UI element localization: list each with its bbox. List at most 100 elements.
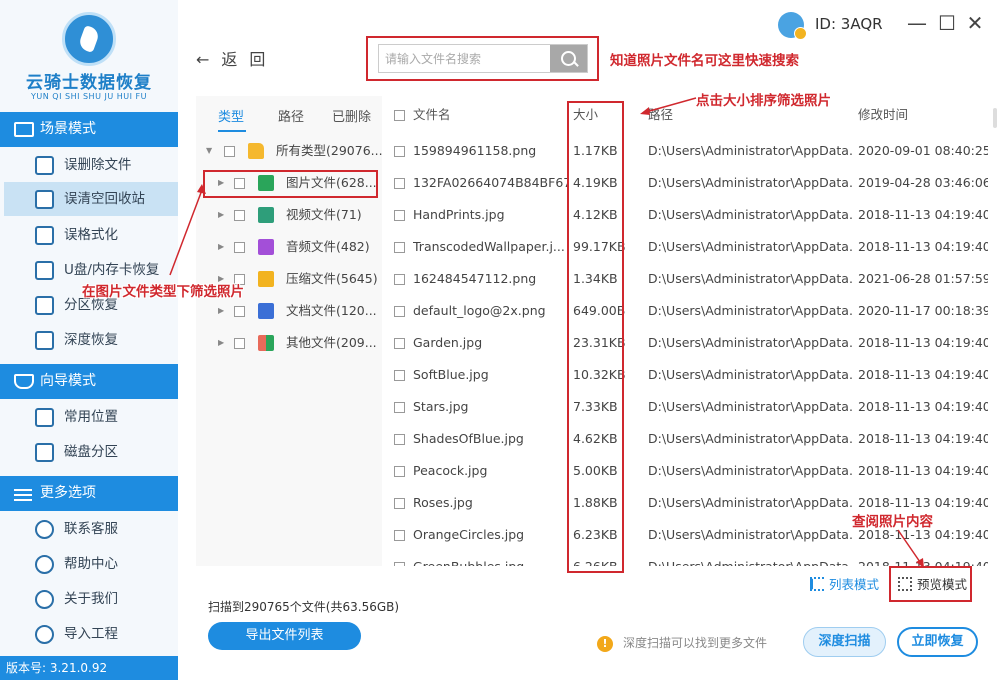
- table-row[interactable]: 132FA02664074B84BF67... 4.19KB D:\Users\Ad…: [382, 167, 996, 199]
- recover-now-button[interactable]: 立即恢复: [897, 627, 978, 657]
- search-icon[interactable]: [550, 45, 587, 72]
- row-checkbox[interactable]: [394, 242, 405, 253]
- row-checkbox[interactable]: [394, 466, 405, 477]
- table-row[interactable]: Garden.jpg 23.31KB D:\Users\Administrator\…: [382, 327, 996, 359]
- table-row[interactable]: Stars.jpg 7.33KB D:\Users\Administrator\Ap…: [382, 391, 996, 423]
- expand-arrow-icon[interactable]: ▶: [218, 199, 224, 231]
- back-button[interactable]: ←返回: [196, 46, 277, 70]
- tree-item-label: 压缩文件(5645): [286, 271, 378, 286]
- table-row[interactable]: 159894961158.png 1.17KB D:\Users\Administr…: [382, 135, 996, 167]
- table-scrollbar[interactable]: [993, 108, 997, 128]
- sidebar-item-format[interactable]: 误格式化: [0, 218, 178, 252]
- expand-arrow-icon[interactable]: ▶: [218, 167, 224, 199]
- sidebar-item-help[interactable]: 帮助中心: [0, 547, 178, 581]
- sidebar-item-deleted-files[interactable]: 误删除文件: [0, 148, 178, 182]
- expand-arrow-icon[interactable]: ▶: [218, 231, 224, 263]
- sidebar-item-label: 常用位置: [64, 409, 118, 425]
- file-size: 1.17KB: [573, 143, 618, 158]
- section-label: 更多选项: [40, 485, 96, 501]
- header-size[interactable]: 大小: [573, 96, 598, 134]
- tree-item-label: 音频文件(482): [286, 239, 370, 254]
- sidebar-item-common-locations[interactable]: 常用位置: [0, 400, 178, 434]
- file-path: D:\Users\Administrator\AppData...: [648, 399, 853, 414]
- row-checkbox[interactable]: [394, 530, 405, 541]
- row-checkbox[interactable]: [394, 178, 405, 189]
- tab-path[interactable]: 路径: [278, 106, 304, 125]
- table-row[interactable]: Peacock.jpg 5.00KB D:\Users\Administrator\…: [382, 455, 996, 487]
- row-checkbox[interactable]: [394, 498, 405, 509]
- file-size: 649.00B: [573, 303, 626, 318]
- row-checkbox[interactable]: [394, 402, 405, 413]
- row-checkbox[interactable]: [394, 306, 405, 317]
- search-input[interactable]: [379, 45, 551, 72]
- tree-item-videos[interactable]: ▶ 视频文件(71): [196, 199, 382, 231]
- file-size: 5.00KB: [573, 463, 618, 478]
- tree-item-other[interactable]: ▶ 其他文件(209...: [196, 327, 382, 359]
- sidebar: 云骑士数据恢复 YUN QI SHI SHU JU HUI FU 场景模式 误删…: [0, 0, 178, 680]
- sidebar-item-disk-partition[interactable]: 磁盘分区: [0, 435, 178, 469]
- version-label: 版本号: 3.21.0.92: [0, 656, 178, 680]
- file-search-icon: [35, 156, 54, 175]
- checkbox[interactable]: [234, 306, 245, 317]
- file-modified: 2018-11-13 04:19:40: [858, 399, 988, 414]
- sidebar-item-about[interactable]: 关于我们: [0, 582, 178, 616]
- file-size: 1.34KB: [573, 271, 618, 286]
- file-size: 6.23KB: [573, 527, 618, 542]
- checkbox[interactable]: [234, 338, 245, 349]
- file-modified: 2018-11-13 04:19:40: [858, 335, 988, 350]
- table-row[interactable]: TranscodedWallpaper.j... 99.17KB D:\Users\…: [382, 231, 996, 263]
- row-checkbox[interactable]: [394, 210, 405, 221]
- annotation-type: 在图片文件类型下筛选照片: [82, 284, 244, 300]
- table-row[interactable]: ShadesOfBlue.jpg 4.62KB D:\Users\Administr…: [382, 423, 996, 455]
- disk-icon: [35, 443, 54, 462]
- checkbox[interactable]: [234, 210, 245, 221]
- preview-view-button[interactable]: 预览模式: [898, 576, 967, 594]
- table-row[interactable]: HandPrints.jpg 4.12KB D:\Users\Administrat…: [382, 199, 996, 231]
- sidebar-item-import[interactable]: 导入工程: [0, 617, 178, 651]
- list-view-label: 列表模式: [829, 577, 880, 592]
- close-icon[interactable]: ✕: [964, 12, 986, 34]
- header-filename[interactable]: 文件名: [413, 96, 451, 134]
- sidebar-item-contact[interactable]: 联系客服: [0, 512, 178, 546]
- tab-type[interactable]: 类型: [218, 106, 247, 132]
- deep-scan-button[interactable]: 深度扫描: [803, 627, 886, 657]
- table-row[interactable]: default_logo@2x.png 649.00B D:\Users\Admin…: [382, 295, 996, 327]
- tree-item-all-types[interactable]: ▼ 所有类型(29076...: [196, 135, 382, 167]
- row-checkbox[interactable]: [394, 146, 405, 157]
- user-avatar-icon[interactable]: [778, 12, 807, 40]
- table-row[interactable]: SoftBlue.jpg 10.32KB D:\Users\Administrato…: [382, 359, 996, 391]
- app-subtitle: YUN QI SHI SHU JU HUI FU: [31, 92, 147, 101]
- file-size: 4.62KB: [573, 431, 618, 446]
- section-guide-mode[interactable]: 向导模式: [0, 364, 178, 399]
- row-checkbox[interactable]: [394, 370, 405, 381]
- checkbox[interactable]: [234, 242, 245, 253]
- row-checkbox[interactable]: [394, 434, 405, 445]
- search-box: [378, 44, 588, 73]
- sidebar-item-deep-recovery[interactable]: 深度恢复: [0, 323, 178, 357]
- maximize-icon[interactable]: ☐: [936, 12, 958, 34]
- list-view-button[interactable]: 列表模式: [810, 576, 879, 594]
- expand-arrow-icon[interactable]: ▶: [218, 327, 224, 359]
- expand-arrow-icon[interactable]: ▼: [206, 135, 212, 167]
- sidebar-item-label: 误删除文件: [64, 157, 132, 173]
- tip-text: 深度扫描可以找到更多文件: [623, 636, 768, 650]
- row-checkbox[interactable]: [394, 274, 405, 285]
- select-all-checkbox[interactable]: [394, 110, 405, 121]
- minimize-icon[interactable]: —: [906, 12, 928, 34]
- header-modified[interactable]: 修改时间: [858, 96, 908, 134]
- section-scene-mode[interactable]: 场景模式: [0, 112, 178, 147]
- table-row[interactable]: 162484547112.png 1.34KB D:\Users\Administr…: [382, 263, 996, 295]
- checkbox[interactable]: [224, 146, 235, 157]
- partition-icon: [35, 296, 54, 315]
- section-more-options[interactable]: 更多选项: [0, 476, 178, 511]
- export-list-button[interactable]: 导出文件列表: [208, 622, 361, 650]
- tree-item-label: 文档文件(120...: [286, 303, 377, 318]
- tab-deleted[interactable]: 已删除: [332, 106, 371, 125]
- tree-item-images[interactable]: ▶ 图片文件(628...: [196, 167, 382, 199]
- sidebar-item-recycle-bin[interactable]: 误清空回收站: [4, 182, 178, 216]
- checkbox[interactable]: [234, 178, 245, 189]
- tree-item-audio[interactable]: ▶ 音频文件(482): [196, 231, 382, 263]
- row-checkbox[interactable]: [394, 562, 405, 566]
- row-checkbox[interactable]: [394, 338, 405, 349]
- file-name: 162484547112.png: [413, 271, 537, 286]
